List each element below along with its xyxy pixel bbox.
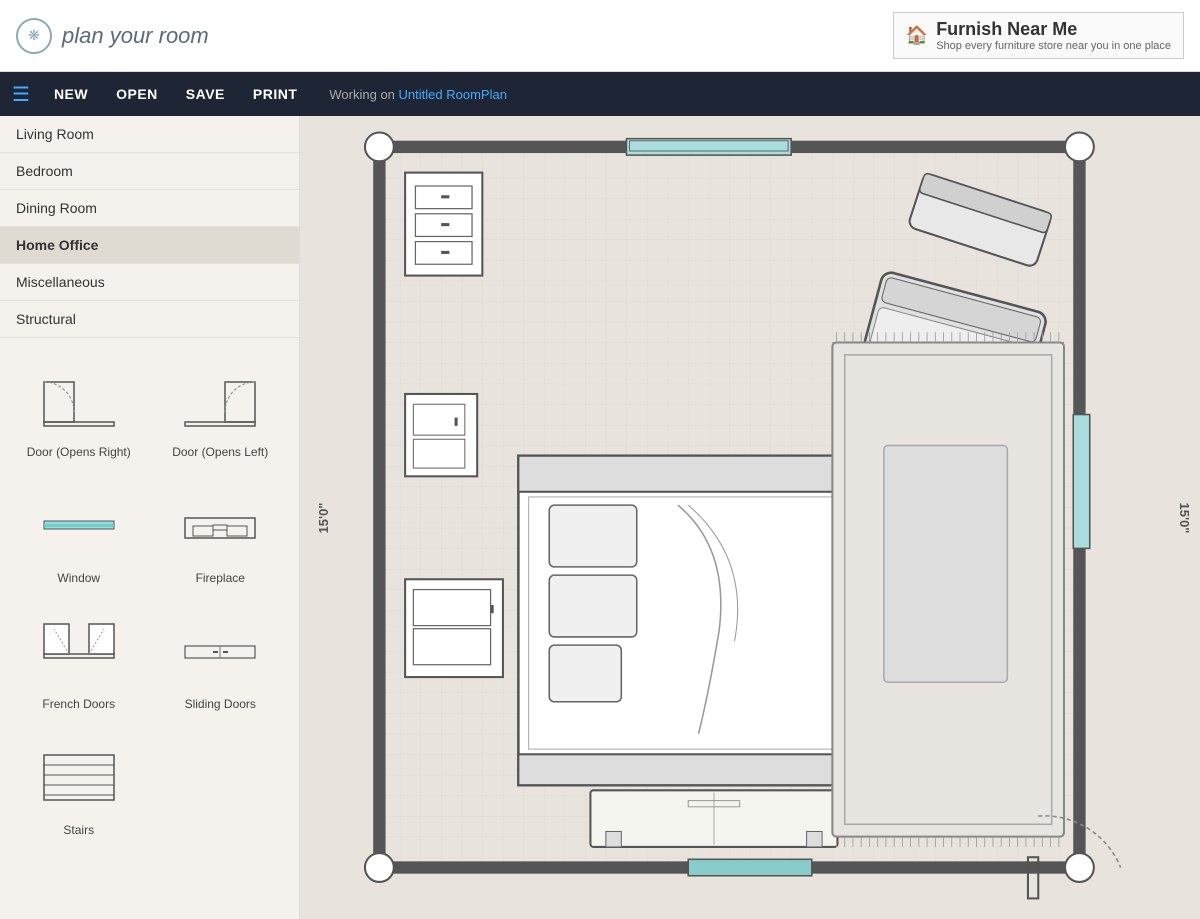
logo-text: plan your room [62, 23, 209, 49]
working-text: Working on Untitled RoomPlan [329, 87, 507, 102]
door-right-icon [29, 359, 129, 439]
category-dining-room[interactable]: Dining Room [0, 190, 299, 227]
ad-title: Furnish Near Me [936, 19, 1171, 40]
furniture-item-door-left[interactable]: Door (Opens Left) [150, 346, 292, 472]
furniture-item-french-doors[interactable]: French Doors [8, 598, 150, 724]
sliding-doors-icon [170, 611, 270, 691]
logo-icon: ❋ [16, 18, 52, 54]
ad-content: Furnish Near Me Shop every furniture sto… [936, 19, 1171, 52]
stairs-icon [29, 737, 129, 817]
ad-subtitle: Shop every furniture store near you in o… [936, 40, 1171, 52]
window-icon [29, 485, 129, 565]
furniture-item-fireplace[interactable]: Fireplace [150, 472, 292, 598]
furniture-item-window[interactable]: Window [8, 472, 150, 598]
sidebar: Living Room Bedroom Dining Room Home Off… [0, 116, 300, 919]
category-structural[interactable]: Structural [0, 301, 299, 338]
stairs-label: Stairs [63, 823, 94, 837]
ad-banner[interactable]: 🏠 Furnish Near Me Shop every furniture s… [893, 12, 1184, 59]
main-layout: Living Room Bedroom Dining Room Home Off… [0, 116, 1200, 919]
door-right-label: Door (Opens Right) [27, 445, 131, 459]
french-doors-icon [29, 611, 129, 691]
ad-icon: 🏠 [906, 25, 928, 46]
window-label: Window [57, 571, 100, 585]
menu-icon[interactable]: ☰ [12, 82, 30, 107]
logo-area: ❋ plan your room [16, 18, 209, 54]
fireplace-label: Fireplace [196, 571, 245, 585]
top-header: ❋ plan your room 🏠 Furnish Near Me Shop … [0, 0, 1200, 72]
nav-bar: ☰ NEW OPEN SAVE PRINT Working on Untitle… [0, 72, 1200, 116]
save-button[interactable]: SAVE [174, 80, 237, 108]
door-left-label: Door (Opens Left) [172, 445, 268, 459]
fireplace-icon [170, 485, 270, 565]
floor-plan-svg [300, 116, 1200, 919]
furniture-item-stairs[interactable]: Stairs [8, 724, 150, 850]
category-miscellaneous[interactable]: Miscellaneous [0, 264, 299, 301]
category-bedroom[interactable]: Bedroom [0, 153, 299, 190]
category-home-office[interactable]: Home Office [0, 227, 299, 264]
french-doors-label: French Doors [42, 697, 115, 711]
open-button[interactable]: OPEN [104, 80, 170, 108]
new-button[interactable]: NEW [42, 80, 100, 108]
sliding-doors-label: Sliding Doors [185, 697, 256, 711]
print-button[interactable]: PRINT [241, 80, 310, 108]
canvas-area[interactable]: 15'10" 15'10" 15'0" 15'0" [300, 116, 1200, 919]
furniture-item-sliding-doors[interactable]: Sliding Doors [150, 598, 292, 724]
working-filename: Untitled RoomPlan [399, 87, 507, 102]
furniture-item-door-right[interactable]: Door (Opens Right) [8, 346, 150, 472]
category-living-room[interactable]: Living Room [0, 116, 299, 153]
door-left-icon [170, 359, 270, 439]
furniture-grid: Door (Opens Right) Door (Opens Left) [0, 338, 299, 858]
